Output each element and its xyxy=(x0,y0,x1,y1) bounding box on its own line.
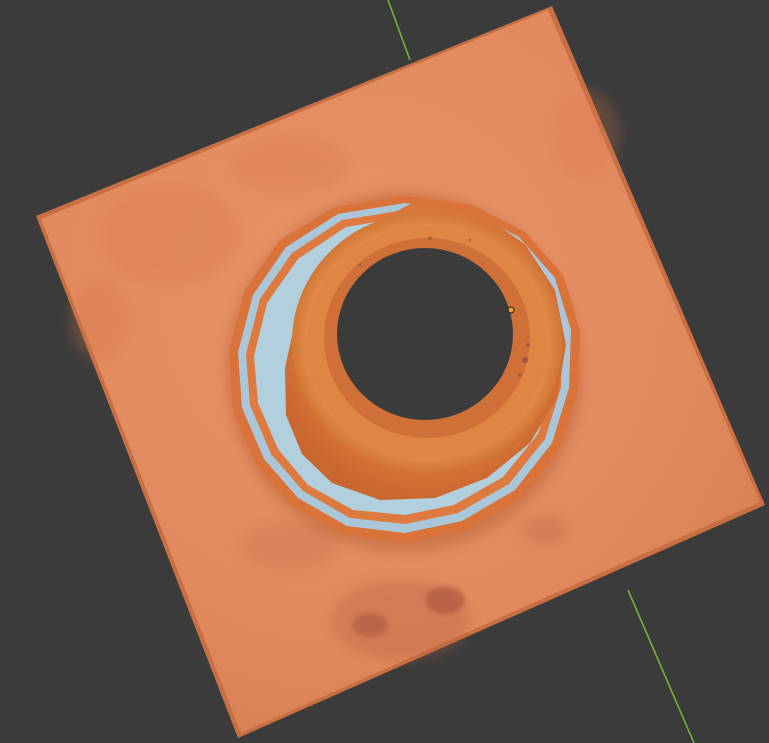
y-axis-line-lower xyxy=(627,589,695,743)
y-axis-line xyxy=(387,0,411,61)
object-origin-marker[interactable] xyxy=(507,306,515,314)
traffic-cone[interactable] xyxy=(226,192,582,552)
3d-viewport[interactable] xyxy=(0,0,769,743)
viewport-scene xyxy=(36,0,765,743)
cone-hole xyxy=(337,248,513,420)
